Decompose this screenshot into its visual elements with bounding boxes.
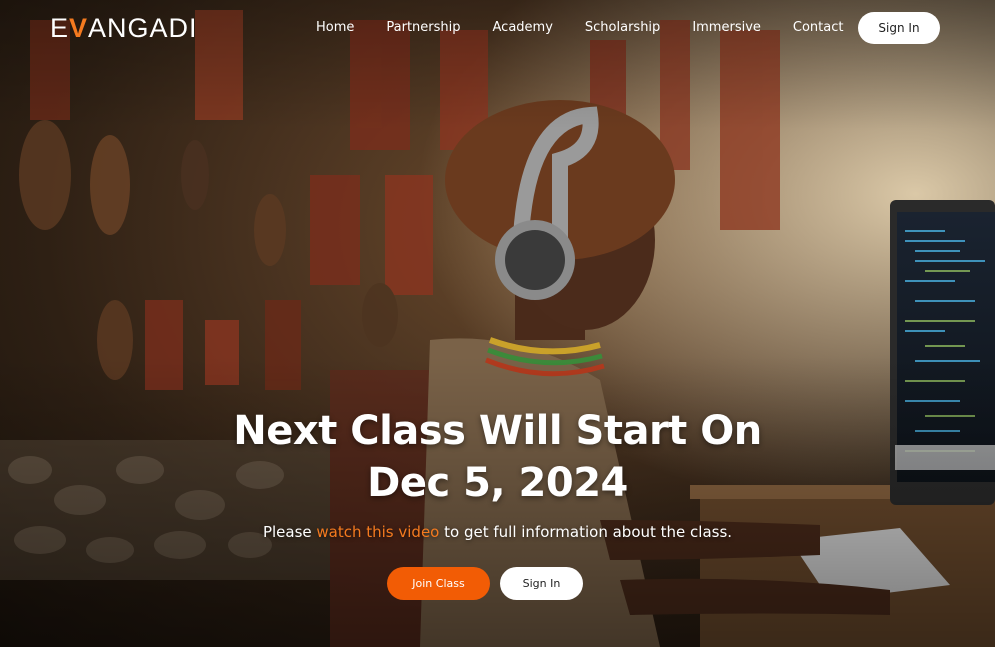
nav-link-partnership[interactable]: Partnership xyxy=(370,19,476,37)
subtitle-before: Please xyxy=(262,523,317,541)
join-class-button[interactable]: Join Class xyxy=(387,567,490,600)
headline-line-2: Dec 5, 2024 xyxy=(367,460,628,506)
hero-sign-in-button[interactable]: Sign In xyxy=(500,567,583,600)
hero-overlay xyxy=(0,0,995,647)
nav-link-contact[interactable]: Contact xyxy=(777,19,860,37)
hero-headline: Next Class Will Start On Dec 5, 2024 xyxy=(100,405,895,509)
subtitle-after: to get full information about the class. xyxy=(439,523,733,541)
logo-prefix: E xyxy=(50,12,70,43)
nav-link-scholarship[interactable]: Scholarship xyxy=(569,19,676,37)
logo-accent: V xyxy=(69,12,89,43)
logo-suffix: ANGADI xyxy=(88,12,198,43)
nav-links: Home Partnership Academy Scholarship Imm… xyxy=(300,19,859,37)
top-navbar: E V ANGADI Home Partnership Academy Schola… xyxy=(0,0,995,56)
nav-link-immersive[interactable]: Immersive xyxy=(676,19,777,37)
hero-subtitle: Please watch this video to get full info… xyxy=(100,522,895,542)
nav-link-academy[interactable]: Academy xyxy=(477,19,569,37)
evangadi-logo[interactable]: E V ANGADI xyxy=(50,12,198,43)
headline-line-1: Next Class Will Start On xyxy=(233,408,762,454)
nav-sign-in-button[interactable]: Sign In xyxy=(858,12,940,44)
nav-link-home[interactable]: Home xyxy=(300,19,370,37)
watch-video-link[interactable]: watch this video xyxy=(316,523,439,541)
hero-section: E V ANGADI Home Partnership Academy Schola… xyxy=(0,0,995,647)
